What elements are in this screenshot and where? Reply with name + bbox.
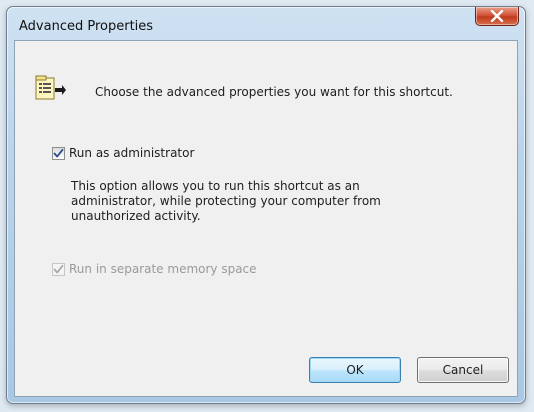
run-as-admin-option[interactable]: Run as administrator bbox=[52, 146, 194, 160]
ok-button[interactable]: OK bbox=[309, 357, 401, 383]
properties-icon bbox=[35, 75, 67, 101]
header-instruction: Choose the advanced properties you want … bbox=[95, 85, 453, 99]
advanced-properties-dialog: Advanced Properties Choose the advanced … bbox=[6, 6, 526, 404]
dialog-content: Choose the advanced properties you want … bbox=[14, 40, 518, 397]
separate-memory-option: Run in separate memory space bbox=[52, 262, 257, 276]
window-title: Advanced Properties bbox=[19, 19, 154, 34]
separate-memory-label: Run in separate memory space bbox=[69, 262, 257, 276]
run-as-admin-label[interactable]: Run as administrator bbox=[69, 146, 194, 160]
close-button[interactable] bbox=[475, 7, 519, 26]
separate-memory-checkbox bbox=[52, 262, 65, 276]
cancel-button[interactable]: Cancel bbox=[417, 357, 509, 383]
title-bar[interactable]: Advanced Properties bbox=[7, 7, 525, 41]
close-icon bbox=[490, 10, 504, 22]
checkmark-icon bbox=[53, 264, 64, 273]
admin-description: This option allows you to run this short… bbox=[71, 179, 381, 223]
checkmark-icon bbox=[53, 148, 64, 157]
run-as-admin-checkbox[interactable] bbox=[52, 146, 65, 160]
